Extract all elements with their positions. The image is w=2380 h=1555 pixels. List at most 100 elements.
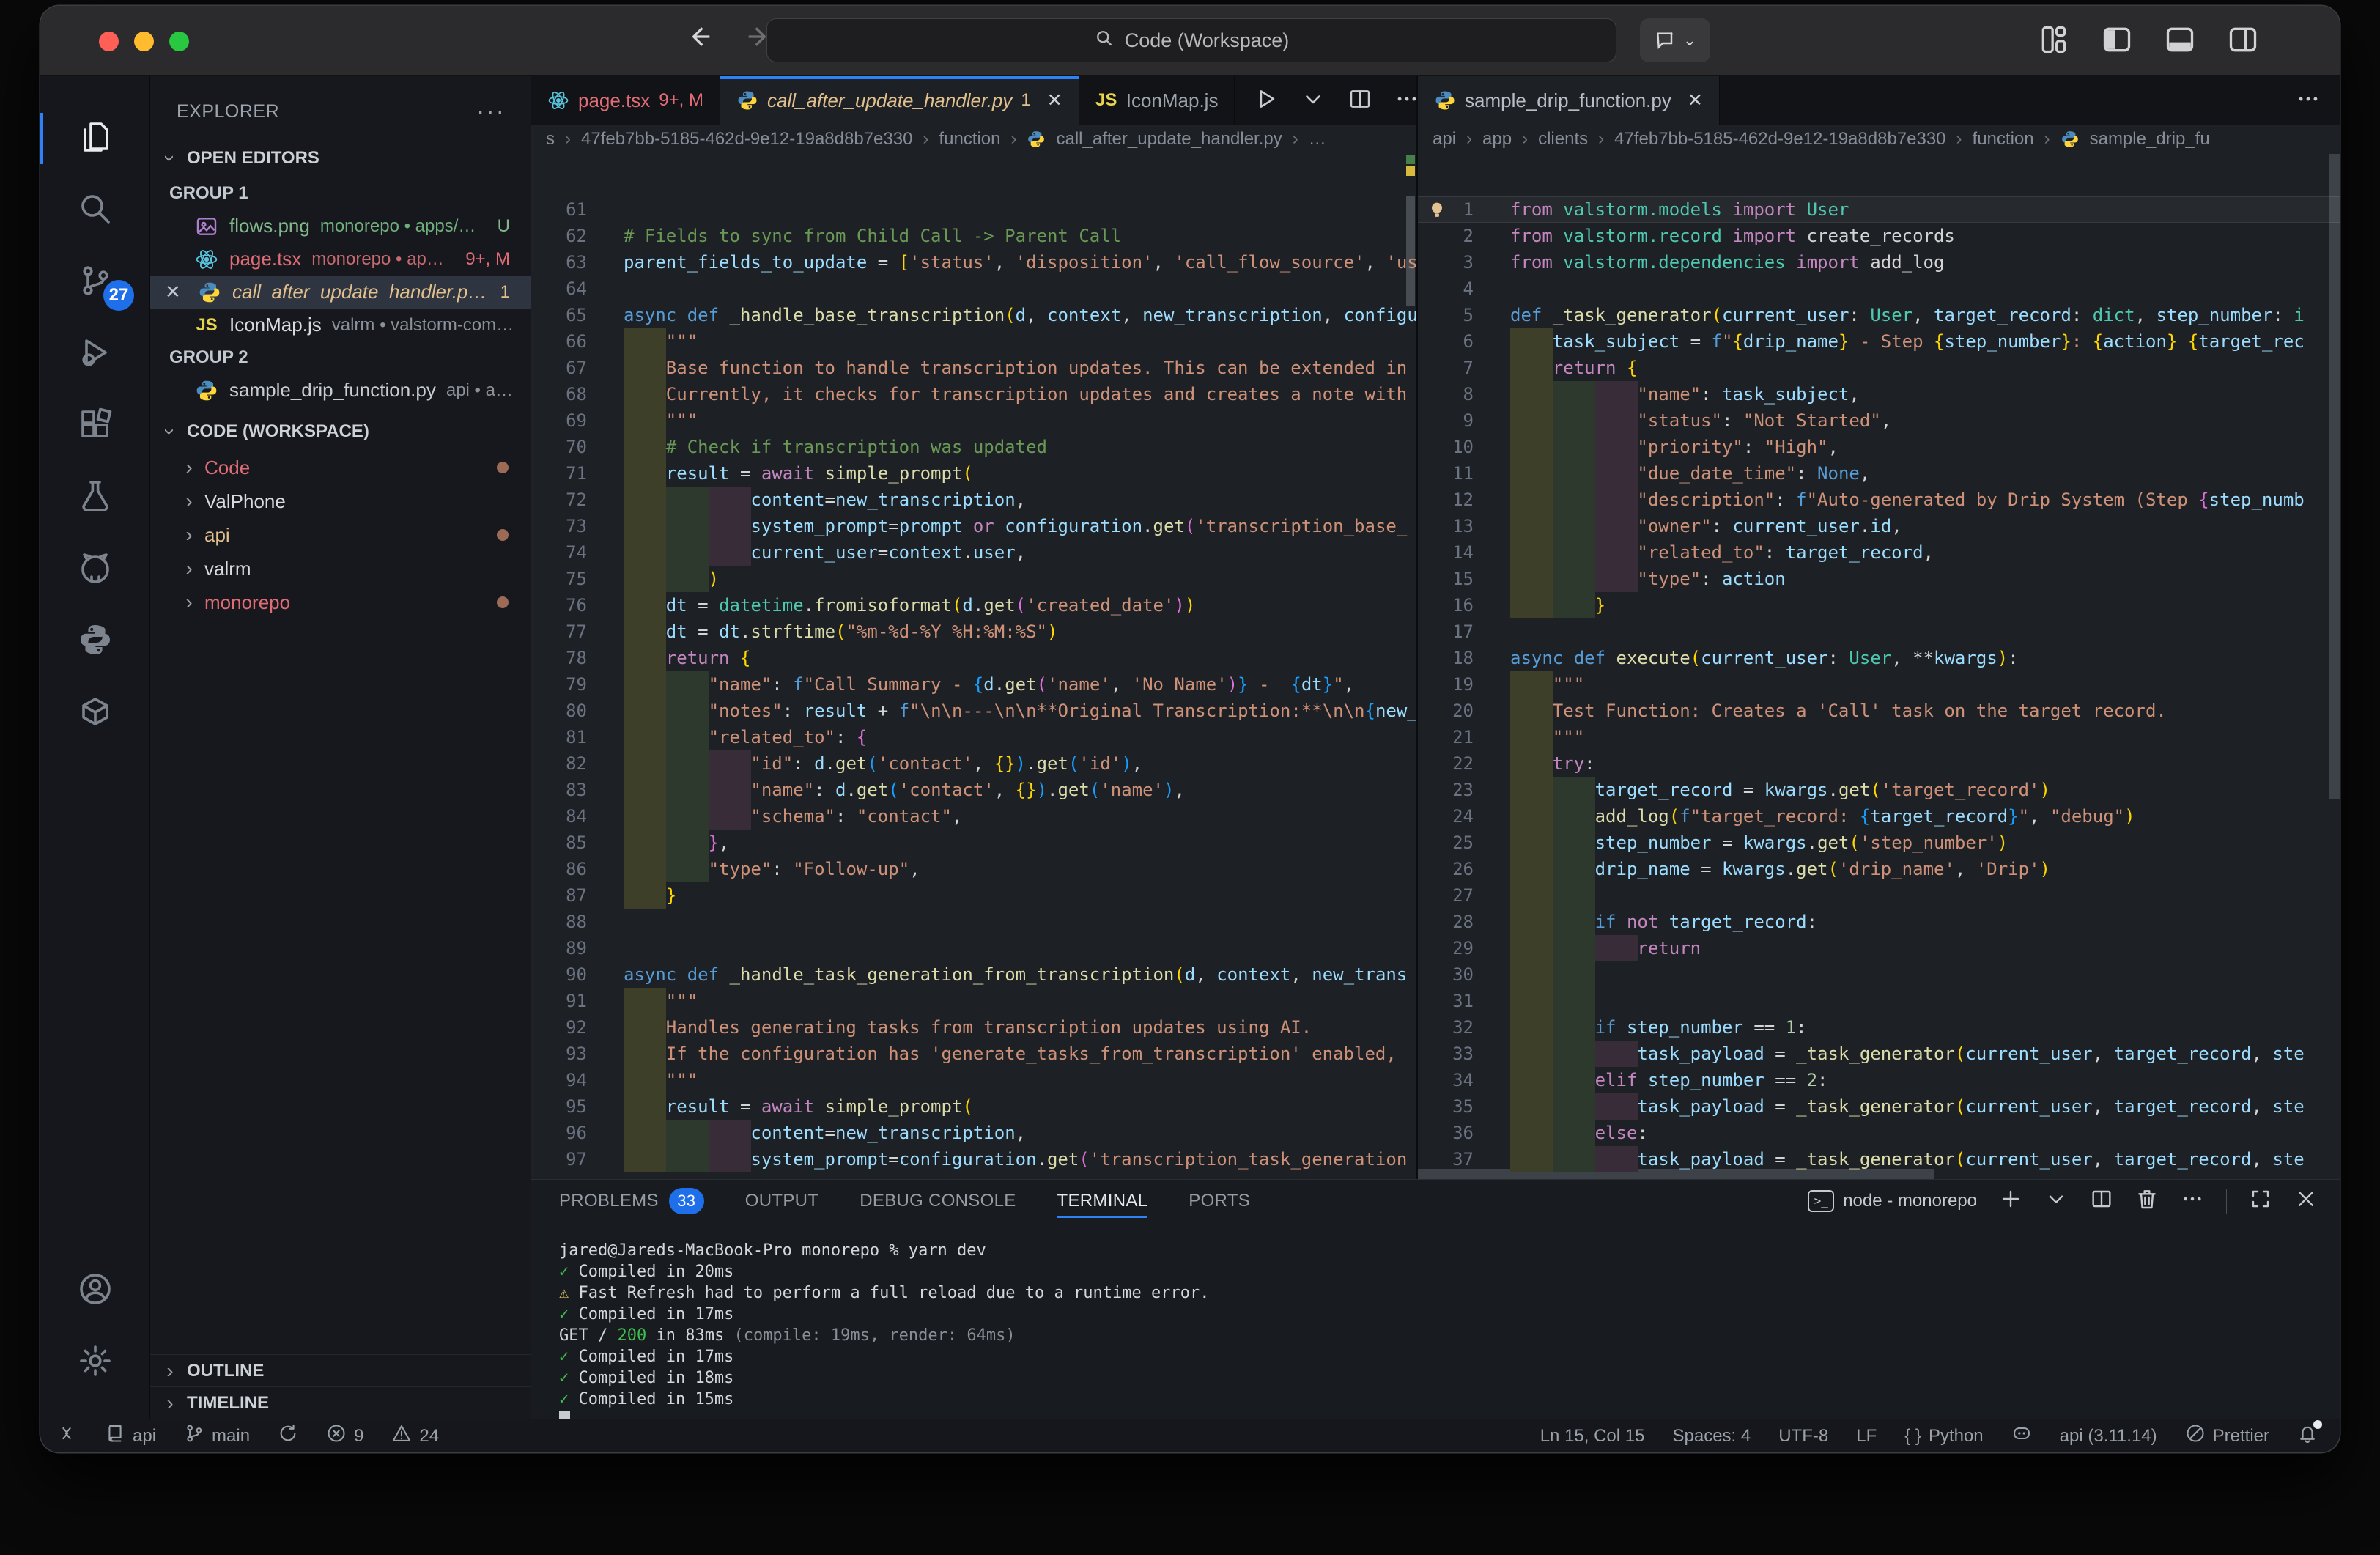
back-icon[interactable] xyxy=(685,22,714,59)
open-editor-item[interactable]: page.tsxmonorepo • ap…9+, M xyxy=(150,243,531,276)
code-editor-right[interactable]: 1from valstorm.models import User2from v… xyxy=(1418,154,2340,1179)
activity-containers[interactable] xyxy=(40,677,150,749)
status-copilot[interactable] xyxy=(2011,1423,2032,1449)
code-line: 62# Fields to sync from Child Call -> Pa… xyxy=(531,223,1416,249)
more-actions-icon[interactable] xyxy=(2181,1187,2204,1216)
breadcrumb-item[interactable]: s xyxy=(546,129,555,149)
terminal-session[interactable]: >_node - monorepo xyxy=(1808,1190,1977,1212)
breadcrumb-item[interactable]: sample_drip_fu xyxy=(2090,129,2210,149)
minimize-window-button[interactable] xyxy=(134,32,154,51)
close-icon[interactable]: ✕ xyxy=(165,281,187,303)
status-notifications[interactable] xyxy=(2297,1423,2318,1449)
open-editor-item[interactable]: JSIconMap.jsvalrm • valstorm-com… xyxy=(150,309,531,341)
command-center-search[interactable]: Code (Workspace) xyxy=(766,18,1616,62)
more-actions-icon[interactable] xyxy=(2296,86,2321,115)
new-terminal-icon[interactable] xyxy=(1999,1187,2022,1216)
customize-layout-icon[interactable] xyxy=(2038,23,2070,59)
kill-terminal-icon[interactable] xyxy=(2135,1187,2159,1216)
open-editor-item[interactable]: ✕call_after_update_handler.p…1 xyxy=(150,276,531,309)
panel-tab-problems[interactable]: PROBLEMS33 xyxy=(559,1180,704,1222)
workspace-section[interactable]: ›CODE (WORKSPACE) xyxy=(150,413,531,451)
explorer-more-actions-icon[interactable]: ··· xyxy=(476,97,506,126)
toggle-secondary-sidebar-icon[interactable] xyxy=(2227,23,2259,59)
panel-tab-terminal[interactable]: TERMINAL xyxy=(1057,1180,1148,1222)
status-indentation[interactable]: Spaces: 4 xyxy=(1672,1426,1751,1447)
code-line: 66 """ xyxy=(531,328,1416,355)
code-editor-left[interactable]: 6162# Fields to sync from Child Call -> … xyxy=(531,154,1416,1179)
section-outline[interactable]: ›OUTLINE xyxy=(150,1354,531,1386)
status-prettier[interactable]: Prettier xyxy=(2185,1423,2269,1449)
bottom-panel: PROBLEMS33 OUTPUT DEBUG CONSOLE TERMINAL POR… xyxy=(531,1179,2340,1419)
code-line: 79 "name": f"Call Summary - {d.get('name… xyxy=(531,671,1416,698)
activity-python[interactable] xyxy=(40,605,150,677)
activity-github[interactable] xyxy=(40,533,150,605)
status-language-mode[interactable]: { }Python xyxy=(1904,1426,1983,1447)
tab-IconMap.js[interactable]: JSIconMap.js xyxy=(1079,76,1235,125)
activity-search[interactable] xyxy=(40,174,150,246)
breadcrumb-item[interactable]: 47feb7bb-5185-462d-9e12-19a8d8b7e330 xyxy=(581,129,912,149)
line-number: 81 xyxy=(531,724,587,750)
status-eol[interactable]: LF xyxy=(1856,1426,1877,1447)
status-project-api[interactable]: api xyxy=(105,1423,156,1449)
open-editor-item[interactable]: sample_drip_function.pyapi • a… xyxy=(150,374,531,407)
status-git-branch[interactable]: main xyxy=(184,1423,250,1449)
close-panel-icon[interactable] xyxy=(2294,1187,2318,1216)
open-editors-section[interactable]: ›OPEN EDITORS xyxy=(150,139,531,177)
status-warning-count[interactable]: 24 xyxy=(391,1423,439,1449)
breadcrumb-item[interactable]: app xyxy=(1482,129,1512,149)
toggle-primary-sidebar-icon[interactable] xyxy=(2101,23,2133,59)
activity-run-debug[interactable] xyxy=(40,318,150,390)
panel-tab-ports[interactable]: PORTS xyxy=(1189,1180,1250,1222)
breadcrumb-item[interactable]: function xyxy=(939,129,1000,149)
status-python-interpreter[interactable]: api (3.11.14) xyxy=(2060,1426,2157,1447)
tab-page.tsx[interactable]: page.tsx9+, M xyxy=(531,76,720,125)
code-line: 34 elif step_number == 2: xyxy=(1418,1067,2340,1093)
section-timeline[interactable]: ›TIMELINE xyxy=(150,1386,531,1419)
copilot-chat-button[interactable]: ⌄ xyxy=(1640,18,1710,62)
breadcrumb-item[interactable]: api xyxy=(1433,129,1456,149)
activity-accounts[interactable] xyxy=(40,1255,150,1326)
tab-sample_drip_function.py[interactable]: sample_drip_function.py✕ xyxy=(1418,76,1720,125)
breadcrumb-item[interactable]: call_after_update_handler.py xyxy=(1056,129,1282,149)
status-git-sync[interactable] xyxy=(278,1423,298,1449)
breadcrumb-item[interactable]: function xyxy=(1973,129,2034,149)
activity-explorer[interactable] xyxy=(40,103,150,174)
close-icon[interactable]: ✕ xyxy=(1688,89,1703,111)
activity-settings[interactable] xyxy=(40,1326,150,1398)
zoom-window-button[interactable] xyxy=(169,32,189,51)
breadcrumb-item[interactable]: clients xyxy=(1538,129,1588,149)
status-cursor-position[interactable]: Ln 15, Col 15 xyxy=(1540,1426,1645,1447)
code-line: 19 """ xyxy=(1418,671,2340,698)
breadcrumb-item[interactable]: … xyxy=(1309,129,1326,149)
split-terminal-icon[interactable] xyxy=(2090,1187,2113,1216)
line-number: 26 xyxy=(1418,856,1474,882)
folder-code[interactable]: ›Code xyxy=(150,451,531,484)
panel-tab-output[interactable]: OUTPUT xyxy=(745,1180,818,1222)
activity-testing[interactable] xyxy=(40,462,150,533)
more-actions-icon[interactable] xyxy=(1394,86,1419,115)
toggle-panel-icon[interactable] xyxy=(2164,23,2196,59)
activity-source-control[interactable]: 27 xyxy=(40,246,150,318)
status-error-count[interactable]: 9 xyxy=(326,1423,363,1449)
folder-valphone[interactable]: ›ValPhone xyxy=(150,484,531,518)
run-dropdown-icon[interactable] xyxy=(1301,86,1326,115)
terminal[interactable]: jared@Jareds-MacBook-Pro monorepo % yarn… xyxy=(531,1222,2340,1419)
folder-valrm[interactable]: ›valrm xyxy=(150,552,531,586)
breadcrumb-item[interactable]: 47feb7bb-5185-462d-9e12-19a8d8b7e330 xyxy=(1614,129,1945,149)
line-number: 15 xyxy=(1418,566,1474,592)
maximize-panel-icon[interactable] xyxy=(2249,1187,2272,1216)
close-icon[interactable]: ✕ xyxy=(1047,89,1062,111)
activity-extensions[interactable] xyxy=(40,390,150,462)
open-editor-item[interactable]: flows.pngmonorepo • apps/…U xyxy=(150,210,531,243)
folder-api[interactable]: ›api xyxy=(150,518,531,552)
close-window-button[interactable] xyxy=(99,32,119,51)
split-editor-icon[interactable] xyxy=(1348,86,1372,115)
tab-call_after_update_handler.py[interactable]: call_after_update_handler.py1✕ xyxy=(720,76,1079,125)
terminal-dropdown-icon[interactable] xyxy=(2044,1187,2068,1216)
run-python-file-icon[interactable] xyxy=(1254,86,1279,115)
status-encoding[interactable]: UTF-8 xyxy=(1778,1426,1828,1447)
status-remote-indicator[interactable] xyxy=(56,1423,77,1449)
folder-monorepo[interactable]: ›monorepo xyxy=(150,586,531,619)
code-line: 11 "due_date_time": None, xyxy=(1418,460,2340,487)
panel-tab-debug-console[interactable]: DEBUG CONSOLE xyxy=(860,1180,1016,1222)
